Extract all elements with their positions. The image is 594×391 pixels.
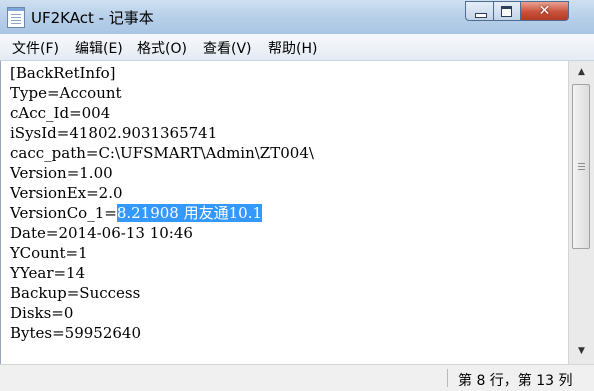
vertical-scrollbar[interactable]: ▲ ▼ <box>568 61 594 364</box>
status-bar: 第 8 行，第 13 列 <box>0 364 594 391</box>
close-icon: ✕ <box>538 3 551 19</box>
menu-edit[interactable]: 编辑(E) <box>75 38 123 58</box>
text-selection[interactable]: 8.21908 用友通10.1 <box>116 204 263 222</box>
text-line: Type=Account <box>10 84 122 102</box>
status-divider <box>447 369 448 387</box>
cursor-position: 第 8 行，第 13 列 <box>458 373 573 389</box>
window-title: UF2KAct - 记事本 <box>31 9 154 27</box>
text-line: YCount=1 <box>10 244 88 262</box>
minimize-icon <box>475 13 487 18</box>
text-line: [BackRetInfo] <box>10 64 116 82</box>
text-line: Backup=Success <box>10 284 141 302</box>
notepad-icon <box>7 7 25 28</box>
text-line: Date=2014-06-13 10:46 <box>10 224 193 242</box>
close-button[interactable]: ✕ <box>521 1 569 21</box>
text-line: YYear=14 <box>10 264 86 282</box>
scroll-down-arrow-icon[interactable]: ▼ <box>573 343 590 360</box>
scroll-up-arrow-icon[interactable]: ▲ <box>573 64 590 81</box>
text-line-selected: VersionCo_1=8.21908 用友通10.1 <box>10 203 263 223</box>
menu-file[interactable]: 文件(F) <box>12 38 59 58</box>
text-line: VersionEx=2.0 <box>10 184 123 202</box>
title-bar[interactable]: UF2KAct - 记事本 ✕ <box>0 0 594 35</box>
minimize-button[interactable] <box>465 1 494 21</box>
maximize-button[interactable] <box>494 1 521 21</box>
scrollbar-thumb[interactable] <box>572 84 590 249</box>
text-line: iSysId=41802.9031365741 <box>10 124 218 142</box>
menu-format[interactable]: 格式(O) <box>137 38 187 58</box>
text-editor[interactable]: [BackRetInfo] Type=Account cAcc_Id=004 i… <box>0 61 568 364</box>
text-line: cacc_path=C:\UFSMART\Admin\ZT004\ <box>10 144 314 162</box>
text-line: Version=1.00 <box>10 164 113 182</box>
maximize-icon <box>501 6 512 17</box>
menu-bar: 文件(F) 编辑(E) 格式(O) 查看(V) 帮助(H) <box>0 34 594 61</box>
line-prefix: VersionCo_1= <box>10 204 117 222</box>
menu-view[interactable]: 查看(V) <box>203 38 252 58</box>
menu-help[interactable]: 帮助(H) <box>268 38 317 58</box>
text-line: Disks=0 <box>10 304 74 322</box>
text-line: cAcc_Id=004 <box>10 104 111 122</box>
text-line: Bytes=59952640 <box>10 324 142 342</box>
